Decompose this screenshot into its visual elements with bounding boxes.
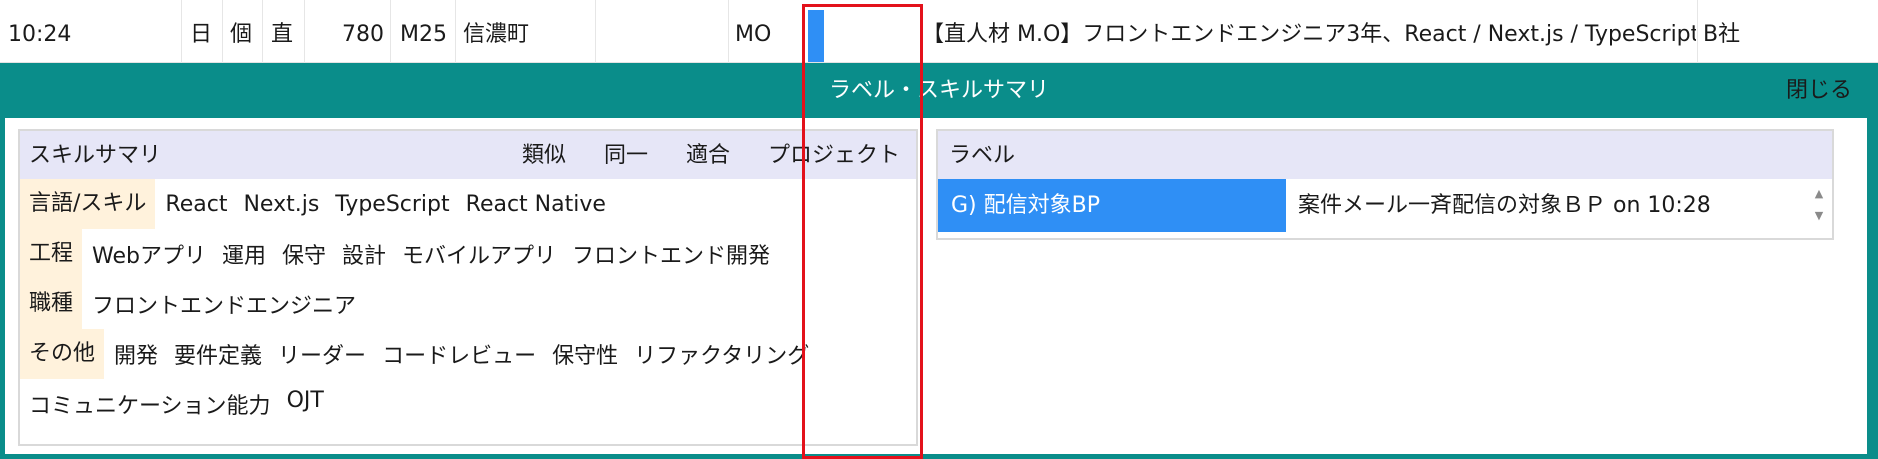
skill-row: 言語/スキル React Next.js TypeScript React Na…: [20, 179, 606, 229]
skill-category: 言語/スキル: [20, 179, 156, 229]
skill-tag: 保守性: [552, 344, 619, 369]
skill-row: 職種 フロントエンドエンジニア: [20, 279, 356, 329]
panel-body: スキルサマリ 類似 同一 適合 プロジェクト 言語/スキル React Next…: [5, 118, 1867, 454]
skill-tag: コードレビュー: [382, 344, 537, 369]
skill-tag: Next.js: [243, 191, 320, 217]
skill-tag: 要件定義: [174, 344, 263, 369]
initials-cell[interactable]: MO: [735, 0, 771, 63]
skill-category: その他: [20, 329, 105, 379]
skill-tags: コミュニケーション能力 OJT: [20, 388, 324, 420]
skill-tags: 開発 要件定義 リーダー コードレビュー 保守性 リファクタリング: [104, 338, 809, 370]
column-divider: [262, 0, 263, 63]
label-title: ラベル: [949, 143, 1016, 168]
label-box: ラベル G) 配信対象BP 案件メール一斉配信の対象ＢＰ on 10:28 ▲ …: [936, 129, 1834, 240]
skill-row: その他 開発 要件定義 リーダー コードレビュー 保守性 リファクタリング: [20, 329, 809, 379]
column-divider: [222, 0, 223, 63]
skill-tag: TypeScript: [335, 191, 450, 217]
skill-tag: React: [165, 191, 228, 217]
scroll-down-icon[interactable]: ▼: [1812, 205, 1826, 227]
column-divider: [455, 0, 456, 63]
skill-tag: React Native: [465, 191, 606, 217]
company-cell[interactable]: B社: [1703, 0, 1740, 63]
column-divider: [1697, 0, 1698, 63]
scroll-up-icon[interactable]: ▲: [1812, 183, 1826, 205]
column-divider: [181, 0, 182, 63]
skill-summary-title: スキルサマリ: [29, 143, 162, 168]
label-row[interactable]: G) 配信対象BP 案件メール一斉配信の対象ＢＰ on 10:28: [938, 179, 1832, 232]
skill-row: コミュニケーション能力 OJT: [20, 379, 324, 429]
label-value: 案件メール一斉配信の対象ＢＰ on 10:28: [1298, 193, 1711, 218]
skill-summary-header: スキルサマリ 類似 同一 適合 プロジェクト: [20, 131, 916, 179]
same-button[interactable]: 同一: [604, 131, 648, 181]
close-button[interactable]: 閉じる: [1786, 63, 1852, 118]
column-divider: [728, 0, 729, 63]
direct-cell[interactable]: 直: [271, 0, 293, 63]
skill-tag: モバイルアプリ: [402, 244, 557, 269]
label-header: ラベル: [938, 131, 1832, 179]
skill-tag: 設計: [342, 244, 387, 269]
subject-cell[interactable]: 【直人材 M.O】フロントエンドエンジニア3年、React / Next.js …: [922, 0, 1696, 63]
skill-row: 工程 Webアプリ 運用 保守 設計 モバイルアプリ フロントエンド開発: [20, 229, 770, 279]
skill-tag: 運用: [221, 244, 266, 269]
skill-category: 工程: [20, 229, 83, 279]
skill-tag: Webアプリ: [92, 244, 206, 269]
similar-button[interactable]: 類似: [522, 131, 566, 181]
amount-cell[interactable]: 780: [304, 0, 384, 63]
skill-tag: 保守: [282, 244, 327, 269]
type-cell[interactable]: 個: [230, 0, 252, 63]
skill-tag: フロントエンド開発: [572, 244, 771, 269]
skill-tag: 開発: [114, 344, 159, 369]
code-cell[interactable]: M25: [400, 0, 447, 63]
skill-tag: フロントエンドエンジニア: [92, 294, 357, 319]
match-button[interactable]: 適合: [686, 131, 730, 181]
station-cell[interactable]: 信濃町: [463, 0, 529, 63]
skill-summary-box: スキルサマリ 類似 同一 適合 プロジェクト 言語/スキル React Next…: [18, 129, 918, 446]
label-key[interactable]: G) 配信対象BP: [938, 179, 1286, 232]
day-cell[interactable]: 日: [190, 0, 212, 63]
skill-tags: React Next.js TypeScript React Native: [155, 192, 605, 217]
label-skill-summary-panel: ラベル・スキルサマリ 閉じる スキルサマリ 類似 同一 適合 プロジェクト 言語…: [0, 63, 1878, 459]
selected-cell-outline: [802, 4, 923, 459]
skill-tag: リファクタリング: [634, 344, 810, 369]
scroll-arrows[interactable]: ▲ ▼: [1812, 183, 1826, 227]
skill-category: 職種: [20, 279, 83, 329]
time-cell[interactable]: 10:24: [8, 0, 71, 63]
skill-tags: フロントエンドエンジニア: [82, 288, 356, 320]
column-divider: [390, 0, 391, 63]
skill-tag: OJT: [286, 388, 324, 413]
skill-tag: リーダー: [278, 344, 367, 369]
skill-tag: コミュニケーション能力: [29, 394, 271, 419]
skill-tags: Webアプリ 運用 保守 設計 モバイルアプリ フロントエンド開発: [82, 238, 770, 270]
column-divider: [595, 0, 596, 63]
panel-title: ラベル・スキルサマリ: [828, 78, 1049, 103]
